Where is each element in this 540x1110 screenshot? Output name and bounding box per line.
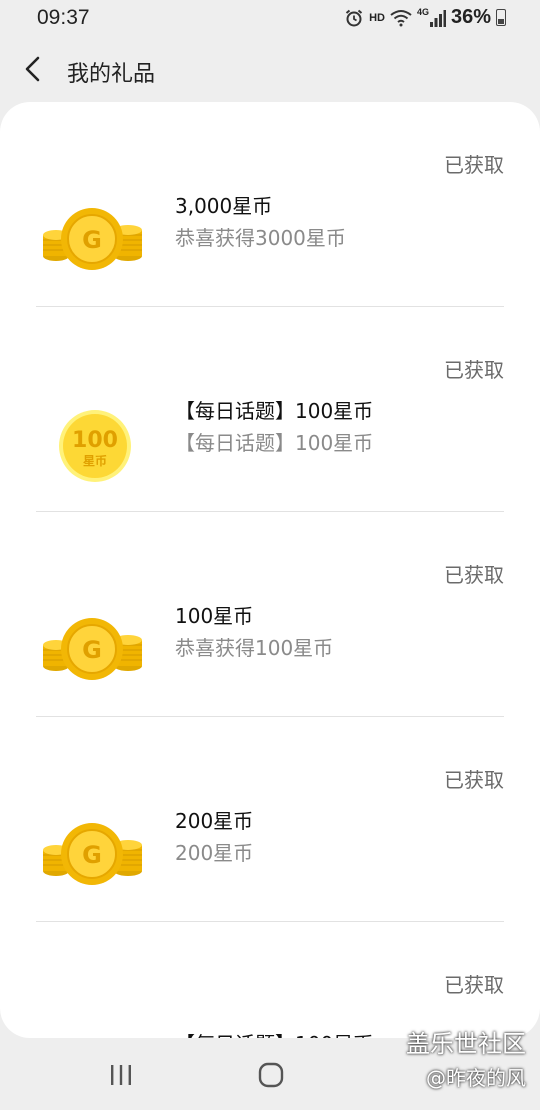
network-type: 4G	[416, 6, 429, 17]
gift-title: 200星币	[175, 809, 254, 833]
gift-subtitle: 200星币	[175, 841, 254, 865]
status-label: 已获取	[444, 358, 504, 382]
coin-unit-text: 星币	[83, 454, 107, 468]
status-label: 已获取	[444, 563, 504, 587]
coin-value-text: 100	[72, 428, 118, 453]
status-time: 09:37	[37, 6, 90, 29]
list-item[interactable]: 已获取 G 100星币 恭喜获得100星币	[0, 512, 540, 717]
battery-percentage: 36%	[450, 6, 491, 28]
g-coins-icon: G	[43, 208, 142, 270]
g-coins-icon: G	[43, 823, 142, 885]
svg-text:G: G	[82, 226, 102, 254]
back-button[interactable]	[20, 54, 46, 84]
svg-text:G: G	[82, 841, 102, 869]
list-item[interactable]: 已获取 G 3,000星币 恭喜获得3000星币	[0, 102, 540, 307]
wifi-icon	[390, 9, 412, 26]
status-bar: 09:37 HD 4G 36%	[0, 0, 540, 38]
gift-title: 【每日话题】100星币	[175, 399, 374, 423]
g-coins-icon: G	[43, 618, 142, 680]
status-label: 已获取	[444, 768, 504, 792]
gift-subtitle: 【每日话题】100星币	[175, 431, 374, 455]
app-header: 我的礼品	[0, 38, 540, 100]
gift-subtitle: 恭喜获得100星币	[175, 636, 334, 660]
page-title: 我的礼品	[67, 62, 156, 87]
status-label: 已获取	[444, 153, 504, 177]
gift-title: 【每日话题】100星币	[175, 1028, 373, 1038]
battery-icon	[496, 9, 506, 26]
home-button[interactable]	[258, 1062, 284, 1088]
status-icons: HD 4G 36%	[344, 6, 506, 29]
hd-label: HD	[369, 11, 385, 24]
list-item[interactable]: 已获取 G 200星币 200星币	[0, 717, 540, 922]
gift-list: 已获取 G 3,000星币 恭喜获得3000星币 已获取 100 星币 【每日话…	[0, 102, 540, 1038]
list-item[interactable]: 已获取 【每日话题】100星币	[0, 922, 540, 1038]
watermark-user: @昨夜的风	[426, 1066, 526, 1090]
alarm-icon	[345, 9, 363, 26]
gift-title: 100星币	[175, 604, 254, 628]
gift-subtitle: 恭喜获得3000星币	[175, 226, 346, 250]
recent-apps-button[interactable]	[108, 1062, 134, 1088]
100-coin-icon: 100 星币	[59, 410, 131, 482]
signal-icon	[429, 9, 446, 27]
status-label: 已获取	[444, 973, 504, 997]
svg-text:G: G	[82, 636, 102, 664]
watermark-community: 盖乐世社区	[406, 1030, 526, 1058]
list-item[interactable]: 已获取 100 星币 【每日话题】100星币 【每日话题】100星币	[0, 307, 540, 512]
gift-title: 3,000星币	[175, 194, 273, 218]
